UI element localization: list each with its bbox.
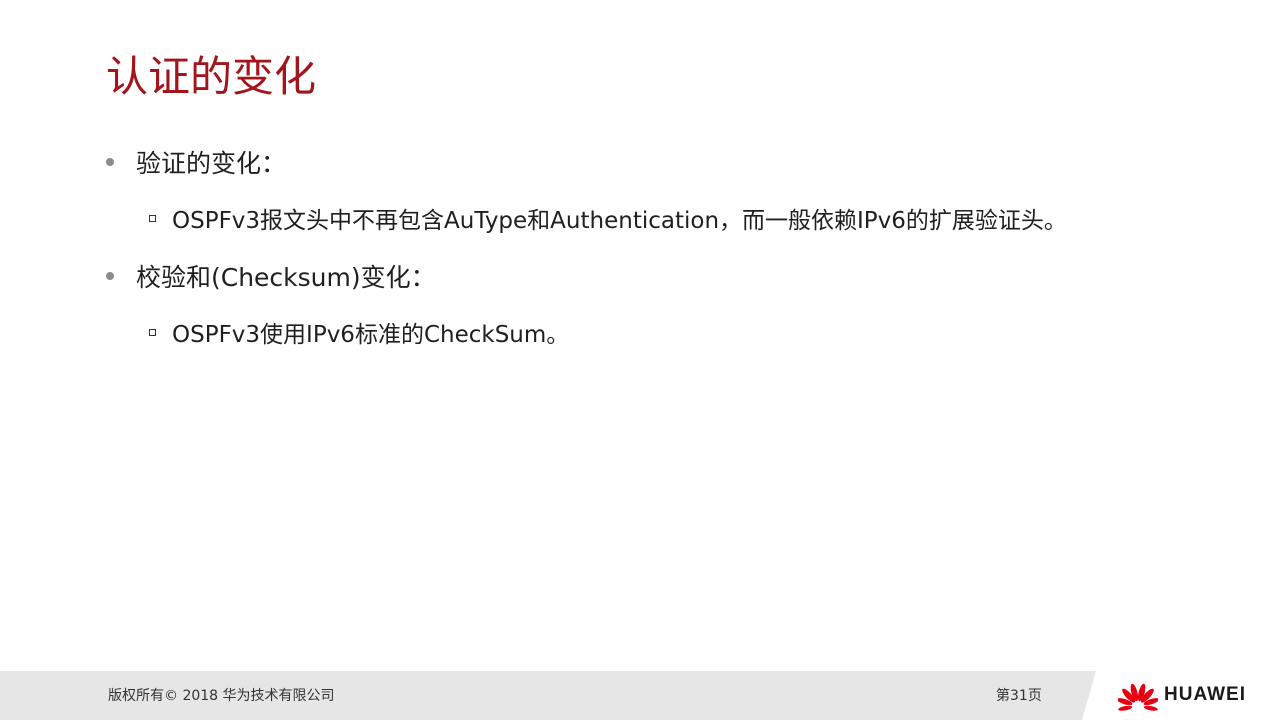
sub-bullet-square-icon: [149, 214, 156, 222]
bullet-item: 校验和(Checksum)变化：: [106, 256, 436, 296]
huawei-petal-logo-icon: [1118, 683, 1158, 711]
sub-bullet-square-icon: [149, 328, 156, 336]
sub-bullet-text: OSPFv3报文头中不再包含AuType和Authentication，而一般依…: [172, 208, 1067, 234]
slide: 认证的变化 验证的变化： OSPFv3报文头中不再包含AuType和Authen…: [0, 0, 1280, 720]
bullet-dot-icon: [106, 272, 114, 280]
copyright-text: 版权所有© 2018 华为技术有限公司: [108, 688, 335, 704]
bullet-text: 验证的变化：: [136, 149, 287, 178]
bullet-text: 校验和(Checksum)变化：: [136, 263, 436, 292]
slide-title: 认证的变化: [106, 52, 317, 101]
brand-name: HUAWEI: [1164, 684, 1246, 705]
logo-panel: HUAWEI: [1082, 671, 1280, 720]
footer-bar: 版权所有© 2018 华为技术有限公司 第31页 HUAWEI: [0, 671, 1280, 720]
bullet-dot-icon: [106, 158, 114, 166]
sub-bullet-text: OSPFv3使用IPv6标准的CheckSum。: [172, 322, 570, 348]
sub-bullet-item: OSPFv3使用IPv6标准的CheckSum。: [149, 312, 569, 352]
page-number: 第31页: [996, 688, 1042, 704]
sub-bullet-item: OSPFv3报文头中不再包含AuType和Authentication，而一般依…: [149, 198, 1067, 238]
bullet-item: 验证的变化：: [106, 142, 286, 182]
